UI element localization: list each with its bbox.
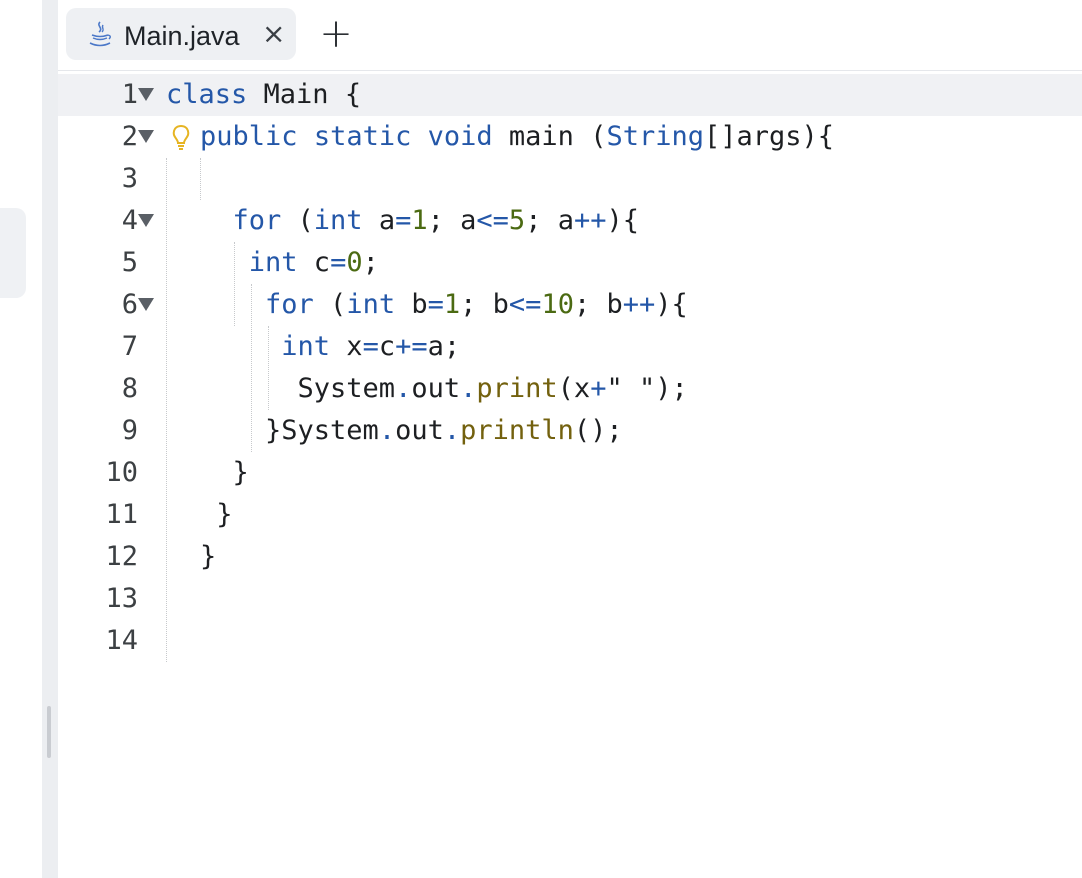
editor-pane: Main.java × + 1 class Main { 2 public st… [58,0,1082,878]
code-line[interactable]: 11 } [58,494,1082,536]
line-number: 10 [105,457,138,488]
line-number: 3 [121,163,138,194]
code-text: } [200,499,233,530]
left-panel [0,0,42,878]
line-number: 11 [105,499,138,530]
line-number: 14 [105,625,138,656]
code-line[interactable]: 8 System.out.print(x+" "); [58,368,1082,410]
code-text: } [200,541,217,572]
code-line[interactable]: 13 [58,578,1082,620]
tab-bar: Main.java × + [58,0,1082,71]
code-line[interactable]: 2 public static void main (String[]args)… [58,116,1082,158]
code-text: public static void main (String[]args){ [200,121,835,152]
code-text: } [200,457,249,488]
code-text: int c=0; [200,247,379,278]
code-line[interactable]: 10 } [58,452,1082,494]
line-number: 6 [121,289,138,320]
fold-arrow-icon[interactable] [138,130,154,143]
fold-arrow-icon[interactable] [138,88,154,101]
code-text: System.out.print(x+" "); [200,373,688,404]
code-editor[interactable]: 1 class Main { 2 public static void main… [58,74,1082,694]
code-text: }System.out.println(); [200,415,623,446]
code-text: class Main { [166,79,362,110]
tab-label: Main.java [124,21,240,51]
line-number: 5 [121,247,138,278]
resize-handle[interactable] [47,706,51,758]
code-line[interactable]: 4 for (int a=1; a<=5; a++){ [58,200,1082,242]
code-line[interactable]: 6 for (int b=1; b<=10; b++){ [58,284,1082,326]
code-line[interactable]: 7 int x=c+=a; [58,326,1082,368]
code-line[interactable]: 9 }System.out.println(); [58,410,1082,452]
code-text: for (int a=1; a<=5; a++){ [200,205,640,236]
code-line[interactable]: 14 [58,620,1082,662]
collapsed-panel-tab[interactable] [0,208,26,298]
line-number: 13 [105,583,138,614]
code-line[interactable]: 1 class Main { [58,74,1082,116]
fold-arrow-icon[interactable] [138,298,154,311]
line-number: 7 [121,331,138,362]
java-icon [89,21,111,47]
tab-main-java[interactable]: Main.java × [66,8,296,60]
line-number: 2 [121,121,138,152]
lightbulb-icon[interactable] [170,123,192,153]
close-icon[interactable]: × [262,19,285,49]
splitter-rail[interactable] [42,0,58,878]
code-line[interactable]: 3 [58,158,1082,200]
add-tab-button[interactable]: + [316,14,356,56]
fold-arrow-icon[interactable] [138,214,154,227]
code-line[interactable]: 12 } [58,536,1082,578]
code-text: int x=c+=a; [200,331,461,362]
line-number: 4 [121,205,138,236]
code-line[interactable]: 5 int c=0; [58,242,1082,284]
line-number: 12 [105,541,138,572]
code-text: for (int b=1; b<=10; b++){ [200,289,688,320]
line-number: 8 [121,373,138,404]
line-number: 1 [121,79,138,110]
line-number: 9 [121,415,138,446]
